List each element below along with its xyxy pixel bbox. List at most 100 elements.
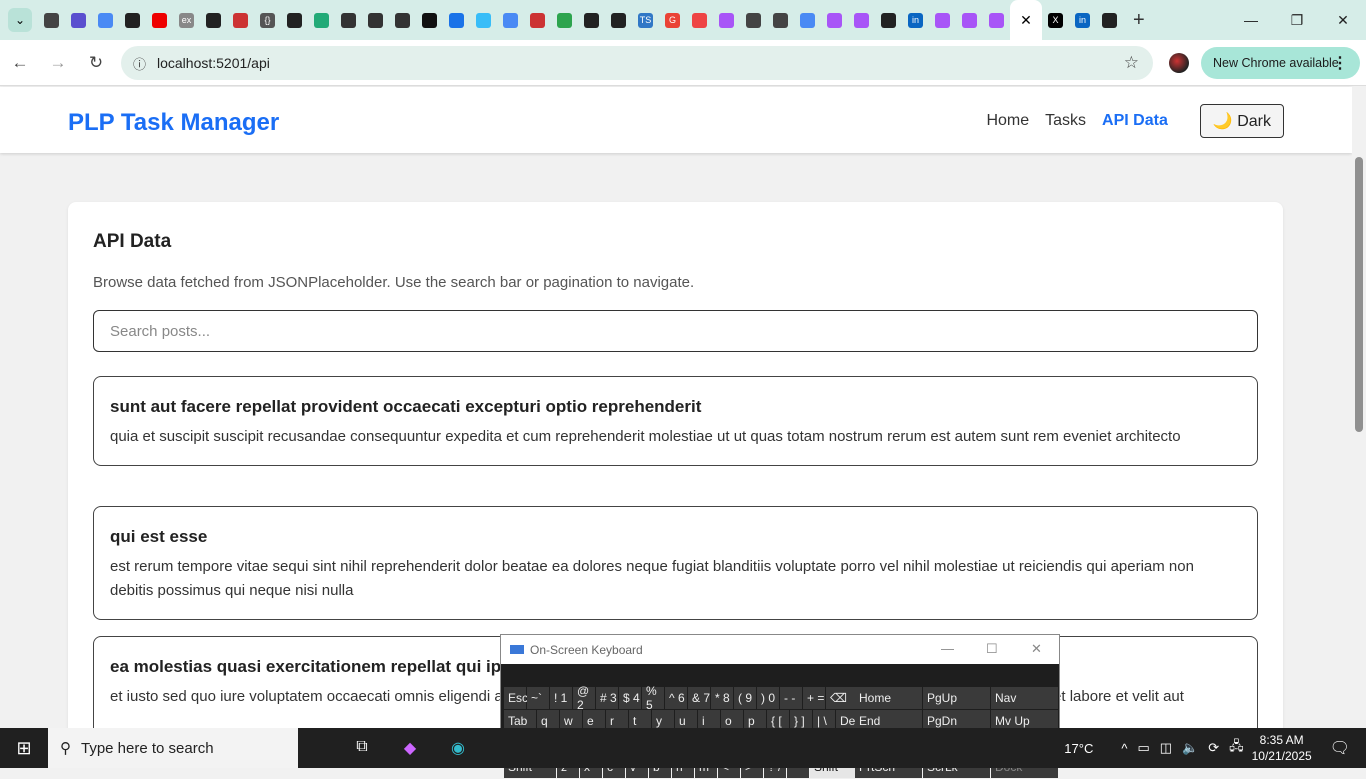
key[interactable]: $ 4 [619,687,641,709]
clock[interactable]: 8:35 AM 10/21/2025 [1252,732,1312,764]
brand-logo[interactable]: PLP Task Manager [68,109,279,137]
key[interactable]: ) 0 [757,687,779,709]
osk-titlebar[interactable]: On-Screen Keyboard — ☐ ✕ [501,635,1059,664]
camera-icon[interactable]: ◫ [1160,740,1172,756]
key[interactable]: + = [803,687,825,709]
key[interactable]: ( 9 [734,687,756,709]
key[interactable]: - - [780,687,802,709]
weather-text[interactable]: 17°C [1064,741,1093,756]
sync-icon[interactable]: ⟳ [1208,740,1219,756]
key[interactable]: ~` [527,687,549,709]
osk-close-button[interactable]: ✕ [1031,641,1042,657]
osk-maximize-button[interactable]: ☐ [986,641,998,657]
nav-api-data[interactable]: API Data [1102,112,1168,130]
browser-tab[interactable] [821,0,848,40]
key[interactable]: & 7 [688,687,710,709]
url-text[interactable]: localhost:5201/api [157,55,270,71]
reload-button[interactable]: ↻ [78,53,114,73]
browser-tab[interactable] [713,0,740,40]
search-posts-input[interactable] [93,310,1258,352]
task-view-icon[interactable]: ⧉ [338,738,386,758]
update-chrome-button[interactable]: New Chrome available ⋮ [1201,47,1360,79]
browser-tab[interactable] [65,0,92,40]
key[interactable]: ^ 6 [665,687,687,709]
browser-tab[interactable]: in [902,0,929,40]
profile-avatar[interactable] [1169,53,1189,73]
key[interactable]: Home [855,687,922,709]
active-tab[interactable]: ✕ [1010,0,1042,40]
new-tab-button[interactable]: + [1133,9,1145,32]
browser-tab[interactable] [38,0,65,40]
browser-tab[interactable] [308,0,335,40]
browser-tab[interactable] [470,0,497,40]
browser-tab[interactable] [983,0,1010,40]
browser-tab[interactable] [551,0,578,40]
browser-tab[interactable] [227,0,254,40]
browser-tab[interactable] [524,0,551,40]
edge-icon[interactable]: ◉ [434,738,482,758]
browser-tab[interactable] [767,0,794,40]
browser-tab[interactable] [605,0,632,40]
theme-toggle-button[interactable]: 🌙 Dark [1199,104,1284,138]
browser-tab[interactable] [389,0,416,40]
more-menu-icon[interactable]: ⋮ [1332,53,1348,73]
site-info-icon[interactable]: ⓘ [133,54,157,73]
key[interactable]: * 8 [711,687,733,709]
browser-tab[interactable]: in [1069,0,1096,40]
browser-tab[interactable] [92,0,119,40]
browser-tab[interactable]: ex [173,0,200,40]
page-scrollbar[interactable] [1352,87,1366,728]
browser-tab[interactable] [929,0,956,40]
notifications-icon[interactable]: 🗨 [1330,738,1350,758]
browser-tab[interactable]: {} [254,0,281,40]
browser-tab[interactable] [200,0,227,40]
key[interactable]: # 3 [596,687,618,709]
browser-tab[interactable]: G [659,0,686,40]
browser-tab[interactable] [362,0,389,40]
tab-search-button[interactable]: ⌄ [8,8,32,32]
key[interactable]: ! 1 [550,687,572,709]
browser-tab[interactable]: X [1042,0,1069,40]
key[interactable]: ⌫ [826,687,858,709]
nav-home[interactable]: Home [986,112,1029,130]
osk-minimize-button[interactable]: — [941,641,954,656]
network-icon[interactable]: 🖧 [1229,737,1244,759]
close-window-button[interactable]: ✕ [1320,0,1366,40]
browser-tab[interactable] [956,0,983,40]
key[interactable]: PgUp [923,687,990,709]
browser-tab[interactable] [794,0,821,40]
key[interactable]: Esc [504,687,528,709]
browser-tab[interactable] [686,0,713,40]
key[interactable]: Nav [991,687,1058,709]
forward-button[interactable]: → [40,53,76,73]
back-button[interactable]: ← [2,53,38,73]
browser-tab[interactable] [740,0,767,40]
browser-tab[interactable] [443,0,470,40]
nav-tasks[interactable]: Tasks [1045,112,1086,130]
key[interactable]: @ 2 [573,684,595,712]
close-tab-icon[interactable]: ✕ [1020,12,1032,29]
browser-tab[interactable] [335,0,362,40]
battery-icon[interactable]: ▭ [1137,740,1149,756]
windows-start-icon[interactable]: ⊞ [0,738,48,759]
browser-tab[interactable] [146,0,173,40]
copilot-icon[interactable]: ◆ [386,738,434,758]
show-hidden-icons[interactable]: ^ [1121,741,1127,756]
taskbar-search[interactable]: ⚲ Type here to search [48,728,298,768]
browser-tab[interactable] [119,0,146,40]
browser-tab[interactable] [1096,0,1123,40]
browser-tab[interactable]: TS [632,0,659,40]
key[interactable]: % 5 [642,684,664,712]
address-bar[interactable]: ⓘ localhost:5201/api ☆ [121,46,1153,80]
scrollbar-thumb[interactable] [1355,157,1363,432]
browser-tab[interactable] [875,0,902,40]
browser-tab[interactable] [497,0,524,40]
browser-tab[interactable] [578,0,605,40]
browser-tab[interactable] [416,0,443,40]
browser-tab[interactable] [848,0,875,40]
minimize-button[interactable]: — [1228,0,1274,40]
volume-icon[interactable]: 🔈 [1182,740,1198,756]
browser-tab[interactable] [281,0,308,40]
bookmark-star-icon[interactable]: ☆ [1124,53,1139,73]
restore-button[interactable]: ❐ [1274,0,1320,40]
